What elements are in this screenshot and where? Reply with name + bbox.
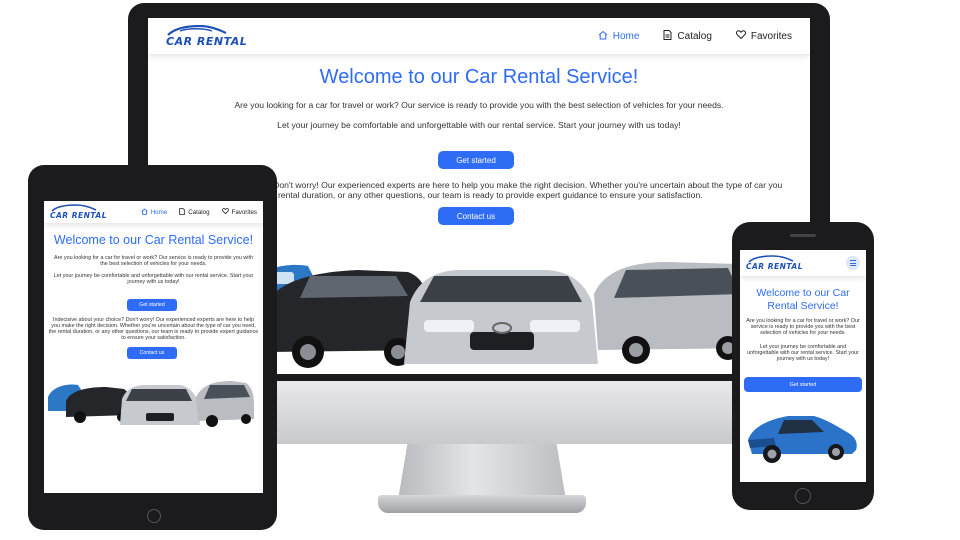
intro-text: Are you looking for a car for travel or …: [234, 100, 724, 110]
nav-home-label: Home: [612, 30, 640, 42]
heart-icon: [221, 208, 229, 216]
get-started-button[interactable]: Get started: [744, 377, 862, 392]
nav-favorites[interactable]: Favorites: [221, 208, 257, 216]
journey-text: Let your journey be comfortable and unfo…: [277, 120, 681, 130]
monitor-stand-base: [378, 495, 586, 513]
nav-catalog[interactable]: Catalog: [663, 29, 712, 43]
journey-text: Let your journey be comfortable and unfo…: [747, 344, 859, 362]
tablet-home-button[interactable]: [147, 509, 161, 523]
car-lineup-image: [48, 381, 254, 427]
logo-text: CAR RENTAL: [50, 211, 107, 220]
hamburger-menu-icon[interactable]: [846, 256, 860, 270]
nav-home[interactable]: Home: [598, 30, 640, 43]
phone-home-button[interactable]: [795, 488, 811, 504]
blue-coupe-image: [748, 416, 857, 463]
monitor-stand-neck: [398, 440, 566, 500]
car-lineup-image: [248, 262, 810, 368]
nav-home[interactable]: Home: [141, 207, 168, 217]
tablet-site-logo[interactable]: CAR RENTAL: [50, 204, 107, 220]
logo-text: CAR RENTAL: [746, 262, 803, 271]
get-started-button[interactable]: Get started: [127, 299, 177, 311]
help-text-line-2: he rental duration, or any other questio…: [266, 190, 703, 200]
home-icon: [141, 207, 148, 217]
heart-icon: [735, 30, 746, 42]
document-icon: [663, 29, 672, 43]
get-started-button[interactable]: Get started: [438, 151, 514, 169]
document-icon: [179, 207, 185, 217]
intro-text: Are you looking for a car for travel or …: [54, 255, 253, 267]
page-title: Welcome to our Car Rental Service!: [53, 233, 254, 247]
tablet-screen: CAR RENTAL Home Catalog Favorites Welcom…: [44, 201, 263, 493]
nav-catalog-label: Catalog: [188, 208, 210, 216]
nav-favorites[interactable]: Favorites: [735, 30, 792, 42]
journey-text: Let your journey be comfortable and unfo…: [53, 273, 254, 285]
nav-catalog-label: Catalog: [677, 30, 712, 42]
nav-favorites-label: Favorites: [231, 208, 257, 216]
page-title: Welcome to our Car Rental Service!: [756, 287, 850, 312]
tablet-navbar: CAR RENTAL Home Catalog Favorites: [44, 201, 263, 223]
phone-navbar: CAR RENTAL: [740, 250, 866, 276]
desktop-nav-links: Home Catalog Favorites: [598, 29, 792, 43]
nav-favorites-label: Favorites: [750, 30, 792, 42]
desktop-navbar: CAR RENTAL Home Catalog Favorites: [148, 18, 810, 54]
logo-text: CAR RENTAL: [166, 34, 248, 48]
site-logo[interactable]: CAR RENTAL: [166, 24, 248, 48]
nav-home-label: Home: [150, 208, 168, 216]
help-text-line-1: ? Don't worry! Our experienced experts a…: [266, 180, 783, 190]
contact-us-button[interactable]: Contact us: [127, 347, 177, 359]
phone-speaker: [790, 234, 816, 237]
tablet-nav-links: Home Catalog Favorites: [141, 207, 257, 217]
home-icon: [598, 30, 608, 43]
phone-screen: CAR RENTAL Welcome to our Car Rental Ser…: [740, 250, 866, 482]
contact-us-button[interactable]: Contact us: [438, 207, 514, 225]
page-title: Welcome to our Car Rental Service!: [319, 66, 639, 88]
intro-text: Are you looking for a car for travel or …: [746, 318, 860, 336]
silver-sedan: [404, 270, 598, 364]
nav-catalog[interactable]: Catalog: [179, 207, 210, 217]
help-text: Indecisive about your choice? Don't worr…: [48, 317, 259, 341]
phone-site-logo[interactable]: CAR RENTAL: [746, 255, 803, 271]
